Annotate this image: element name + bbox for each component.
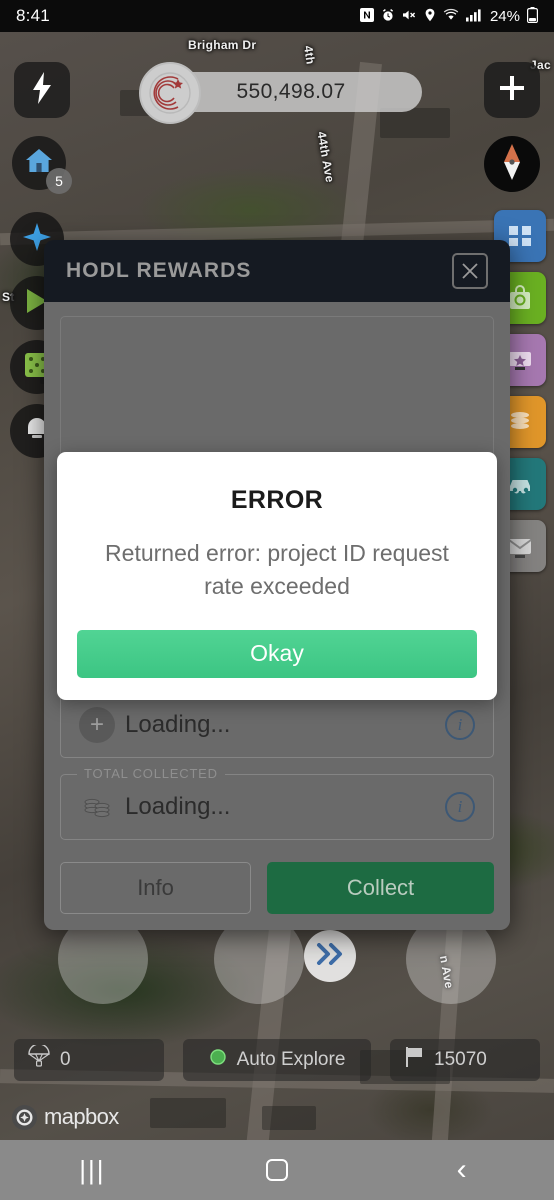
info-button[interactable]: Info [60,862,252,915]
total-collected-row[interactable]: TOTAL COLLECTED Loading... i [60,765,494,841]
map-label: Brigham Dr [188,38,257,52]
back-chevron-icon[interactable]: ‹ [417,1140,507,1200]
recents-icon[interactable]: ||| [47,1140,137,1200]
mapbox-logo-icon [12,1104,37,1130]
bottom-hud: 0 Auto Explore 15070 [0,1038,554,1082]
alarm-icon [381,8,395,24]
parachute-icon [28,1043,50,1075]
app-screen: Brigham Dr Jac 4th 44th Ave St n Ave 8:4… [0,0,554,1200]
boost-button[interactable] [14,62,70,118]
compass-icon [499,142,525,187]
mail-card-icon [508,539,532,558]
status-bar: 8:41 24% [0,0,554,32]
flag-value: 15070 [434,1049,487,1070]
error-title: ERROR [230,486,324,514]
flag-chip[interactable]: 15070 [390,1039,540,1081]
total-collected-value: Loading... [125,792,231,820]
close-icon[interactable] [452,253,488,289]
map-building [150,1098,226,1128]
info-icon[interactable]: i [443,791,477,822]
coins-card-icon [511,412,529,429]
grid-card-icon [509,226,531,246]
lightning-bolt-icon [31,71,53,109]
compass-button[interactable] [484,136,540,192]
auto-explore-label: Auto Explore [236,1049,346,1070]
reward-field-value: Loading... [125,710,231,738]
nfc-icon [359,8,374,24]
location-icon [424,8,436,24]
map-label: 4th [301,44,318,66]
plus-icon [498,74,526,107]
error-dialog: ERROR Returned error: project ID request… [57,452,497,700]
signal-icon [465,8,481,24]
total-collected-legend: TOTAL COLLECTED [77,765,225,781]
modal-header: HODL REWARDS [44,240,510,302]
double-chevron-right-icon [316,942,344,970]
status-icons: 24% [359,7,539,25]
reward-field-row[interactable]: + Loading... i [60,691,494,758]
home-count-badge: 5 [46,168,72,194]
green-dot-icon [209,1048,227,1072]
plus-circle-icon: + [77,706,117,743]
map-building [380,108,450,138]
status-clock: 8:41 [16,6,50,25]
fast-forward-button[interactable] [304,930,356,982]
token-balance-value: 550,498.07 [236,80,346,103]
auto-explore-chip[interactable]: Auto Explore [183,1039,371,1081]
info-icon[interactable]: i [443,709,477,740]
map-building [262,1106,316,1130]
star-card-icon [509,352,531,370]
flag-icon [404,1046,424,1074]
wifi-icon [443,8,459,24]
modal-actions: Info Collect [60,862,494,915]
collect-button[interactable]: Collect [267,862,494,915]
vehicle-card-icon [510,480,530,494]
battery-icon [527,7,539,25]
error-message: Returned error: project ID request rate … [105,540,449,600]
token-coin-icon [139,62,201,124]
okay-button[interactable]: Okay [77,629,477,678]
add-button[interactable] [484,62,540,118]
mapbox-attribution[interactable]: mapbox [12,1104,119,1130]
battery-percent-label: 24% [489,7,520,25]
coins-stack-icon [77,792,117,822]
drops-value: 0 [60,1049,71,1070]
drops-chip[interactable]: 0 [14,1039,164,1081]
shop-card-icon [510,285,530,309]
android-nav-bar: ||| ‹ [0,1140,554,1200]
home-square-icon[interactable] [232,1140,322,1200]
mapbox-label: mapbox [44,1104,119,1129]
mute-icon [402,8,417,24]
modal-title: HODL REWARDS [66,259,252,282]
